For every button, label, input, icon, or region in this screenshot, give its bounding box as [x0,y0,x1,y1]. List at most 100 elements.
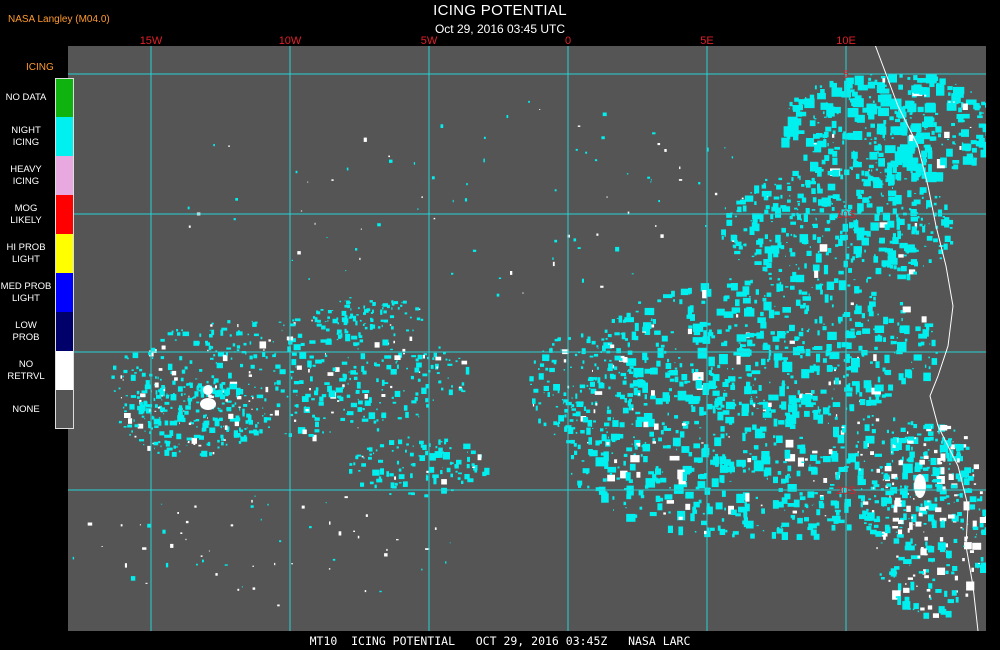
cloud-pixel [163,413,165,415]
cloud-pixel [445,561,447,564]
cloud-pixel [913,498,915,500]
cloud-pixel [851,358,860,368]
cloud-pixel [813,503,815,505]
cloud-pixel [868,142,872,145]
cloud-pixel [916,585,918,587]
cloud-pixel [349,297,352,299]
cloud-pixel [798,104,803,111]
cloud-pixel [155,376,157,379]
cloud-pixel [355,320,358,326]
cloud-pixel [693,457,703,463]
cloud-pixel [728,376,736,382]
cloud-pixel [669,487,671,489]
cloud-pixel [392,486,397,489]
cloud-pixel [859,392,863,397]
cloud-pixel [289,323,296,327]
cloud-pixel [563,369,566,371]
cloud-pixel [812,395,818,401]
cloud-pixel [796,200,801,203]
cloud-pixel [547,392,550,397]
cloud-pixel [874,346,878,350]
cloud-pixel [172,380,176,385]
cloud-pixel [823,204,828,207]
cloud-pixel [895,195,902,205]
cloud-pixel [963,478,970,486]
cloud-pixel [781,532,788,540]
cloud-pixel [574,450,578,455]
cloud-pixel [732,244,736,248]
cloud-pixel [855,255,859,258]
cloud-pixel [178,443,180,445]
cloud-pixel [870,138,873,140]
cloud-pixel [848,383,851,385]
cloud-pixel [417,208,419,210]
cloud-pixel [623,453,628,457]
cloud-pixel [819,208,825,213]
cloud-pixel [918,571,923,574]
cloud-pixel [614,459,618,464]
cloud-pixel [762,409,766,412]
cloud-pixel [575,411,581,417]
cloud-pixel [826,344,832,351]
cloud-pixel [136,390,140,395]
cloud-pixel [344,300,346,302]
cloud-pixel [338,531,342,536]
cloud-pixel [891,451,893,453]
icing-map[interactable]: 510S20S [68,46,986,631]
cloud-pixel [697,481,706,489]
cloud-pixel [899,74,903,78]
cloud-pixel [813,364,816,367]
cloud-pixel [538,368,540,370]
cloud-pixel [343,408,345,411]
cloud-pixel [252,322,257,327]
cloud-pixel [569,419,574,422]
cloud-pixel [331,411,334,414]
legend-swatch [56,117,74,156]
cloud-pixel [792,510,797,514]
cloud-pixel [291,259,293,261]
cloud-pixel [144,387,149,390]
cloud-pixel [866,400,871,406]
cloud-pixel [582,417,589,423]
cloud-pixel [750,220,753,222]
cloud-pixel [716,308,725,316]
cloud-pixel [169,430,174,436]
cloud-pixel [228,145,230,147]
cloud-pixel [366,308,371,312]
cloud-pixel [850,328,855,331]
cloud-pixel [130,374,136,381]
cloud-pixel [317,319,321,323]
cloud-pixel [157,376,159,380]
cloud-pixel [645,357,649,360]
cloud-pixel [667,358,670,363]
cloud-pixel [649,479,653,484]
cloud-pixel [361,463,366,467]
cloud-pixel [790,252,796,257]
cloud-pixel [723,390,726,392]
cloud-pixel [774,183,776,186]
cloud-pixel [836,111,839,115]
cloud-pixel [820,289,823,295]
cloud-pixel [755,249,762,255]
cloud-pixel [610,344,615,348]
cloud-pixel [321,394,327,398]
cloud-pixel [273,370,276,372]
cloud-pixel [226,407,230,411]
cloud-pixel [727,368,728,370]
cloud-pixel [586,384,589,387]
cloud-pixel [897,596,902,605]
cloud-pixel [308,369,310,373]
cloud-pixel [422,355,425,359]
cloud-pixel [356,381,361,389]
cloud-pixel [877,313,879,316]
cloud-pixel [827,331,837,340]
cloud-pixel [113,365,117,370]
cloud-pixel [702,512,705,515]
cloud-pixel [762,530,765,532]
cloud-pixel [765,178,768,181]
cloud-pixel [649,512,657,517]
cloud-pixel [842,313,845,317]
legend-item: NONE [0,390,76,429]
cloud-pixel [908,436,915,441]
cloud-pixel [173,445,176,449]
